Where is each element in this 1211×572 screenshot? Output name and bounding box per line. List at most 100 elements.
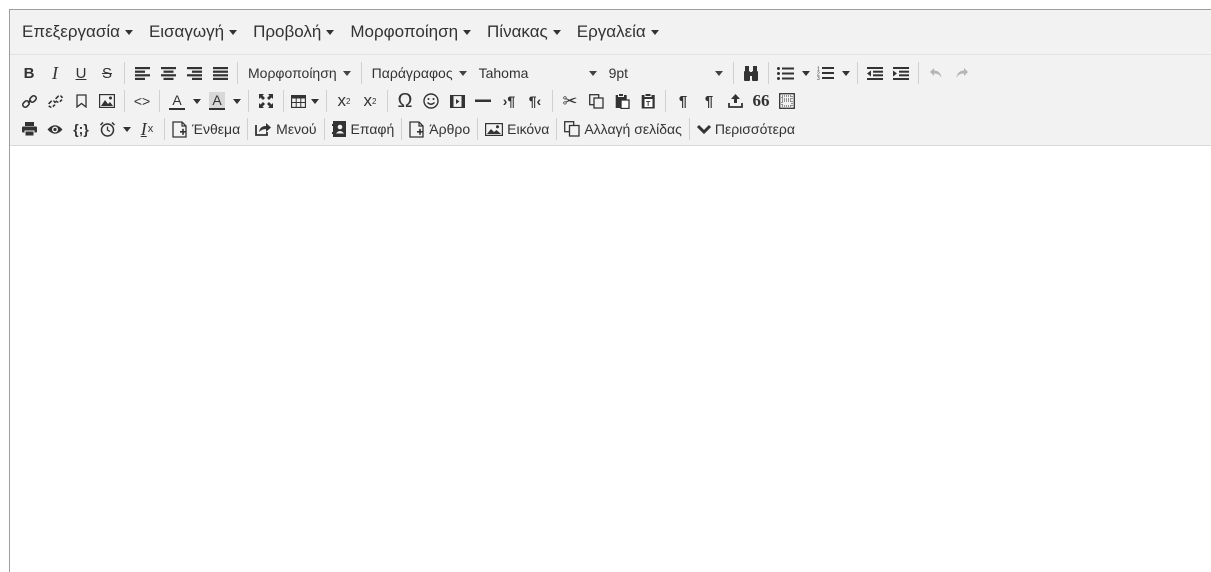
bold-button[interactable]: B bbox=[16, 60, 42, 86]
font-size-dropdown[interactable]: 9pt bbox=[603, 60, 729, 86]
article-button[interactable]: Άρθρο bbox=[406, 116, 473, 142]
menu-view[interactable]: Προβολή bbox=[253, 22, 335, 42]
alarm-clock-icon bbox=[99, 121, 115, 137]
menu-insert-label: Εισαγωγή bbox=[148, 22, 225, 41]
menu-table[interactable]: Πίνακας bbox=[487, 22, 561, 42]
separator bbox=[552, 90, 553, 112]
separator bbox=[159, 90, 160, 112]
upload-button[interactable] bbox=[722, 88, 748, 114]
separator bbox=[323, 118, 325, 140]
italic-button[interactable]: I bbox=[42, 60, 68, 86]
chevron-down-icon bbox=[233, 98, 241, 104]
editor: Επεξεργασία Εισαγωγή Προβολή Μορφοποίηση… bbox=[9, 9, 1211, 572]
font-family-dropdown[interactable]: Tahoma bbox=[473, 60, 603, 86]
paste-button[interactable] bbox=[609, 88, 635, 114]
horizontal-rule-button[interactable] bbox=[470, 88, 496, 114]
menu-table-label: Πίνακας bbox=[487, 22, 548, 41]
emoticons-button[interactable] bbox=[418, 88, 444, 114]
code-sample-button[interactable]: {;} bbox=[68, 116, 94, 142]
superscript-icon: x bbox=[363, 91, 373, 110]
separator bbox=[917, 62, 919, 84]
paragraph-dropdown[interactable]: Παράγραφος bbox=[366, 60, 473, 86]
image-button[interactable]: Εικόνα bbox=[482, 116, 552, 142]
document-add-icon bbox=[409, 120, 424, 138]
strikethrough-button[interactable]: S bbox=[94, 60, 120, 86]
menu-view-label: Προβολή bbox=[253, 22, 322, 41]
show-blocks-button[interactable]: ¶ bbox=[670, 88, 696, 114]
separator bbox=[164, 118, 165, 140]
numbered-list-options[interactable] bbox=[839, 60, 853, 86]
image-label: Εικόνα bbox=[507, 121, 550, 137]
insert-snippet-button[interactable]: Ένθεμα bbox=[169, 116, 243, 142]
align-center-button[interactable] bbox=[155, 60, 181, 86]
rtl-button[interactable]: ¶‹ bbox=[522, 88, 548, 114]
code-icon: <> bbox=[133, 93, 151, 109]
find-replace-button[interactable] bbox=[738, 60, 764, 86]
insert-image-button[interactable] bbox=[94, 88, 120, 114]
background-color-options[interactable] bbox=[230, 88, 244, 114]
indent-button[interactable] bbox=[888, 60, 914, 86]
separator bbox=[401, 118, 403, 140]
text-color-button[interactable]: A bbox=[164, 88, 190, 114]
table-button[interactable] bbox=[288, 88, 322, 114]
fullscreen-button[interactable] bbox=[253, 88, 279, 114]
subscript-button[interactable]: x2 bbox=[331, 88, 357, 114]
clear-formatting-icon: I bbox=[140, 118, 147, 139]
menu-tools-label: Εργαλεία bbox=[576, 22, 646, 41]
chevron-down-icon bbox=[326, 29, 335, 35]
more-label: Περισσότερα bbox=[714, 121, 795, 137]
ltr-button[interactable]: ›¶ bbox=[496, 88, 522, 114]
preview-button[interactable] bbox=[42, 116, 68, 142]
bullet-list-options[interactable] bbox=[799, 60, 813, 86]
background-color-button[interactable]: A bbox=[204, 88, 230, 114]
undo-button[interactable] bbox=[923, 60, 949, 86]
special-char-button[interactable]: Ω bbox=[392, 88, 418, 114]
contact-button[interactable]: Επαφή bbox=[329, 116, 398, 142]
anchor-button[interactable] bbox=[68, 88, 94, 114]
insert-datetime-button[interactable] bbox=[94, 116, 120, 142]
superscript-button[interactable]: x2 bbox=[357, 88, 383, 114]
underline-button[interactable]: U bbox=[68, 60, 94, 86]
editor-content-area[interactable] bbox=[10, 170, 1211, 572]
menu-tools[interactable]: Εργαλεία bbox=[577, 22, 659, 42]
bullet-list-button[interactable] bbox=[773, 60, 799, 86]
contact-label: Επαφή bbox=[350, 121, 395, 137]
insert-link-button[interactable] bbox=[16, 88, 42, 114]
source-code-button[interactable]: <> bbox=[129, 88, 155, 114]
align-justify-button[interactable] bbox=[207, 60, 233, 86]
text-color-options[interactable] bbox=[190, 88, 204, 114]
numbered-list-button[interactable]: 123 bbox=[813, 60, 839, 86]
link-icon bbox=[21, 94, 37, 108]
menu-format[interactable]: Μορφοποίηση bbox=[350, 22, 472, 42]
remove-link-button[interactable] bbox=[42, 88, 68, 114]
clear-formatting-button[interactable]: Ix bbox=[134, 116, 160, 142]
menu-button[interactable]: Μενού bbox=[252, 116, 319, 142]
formats-dropdown[interactable]: Μορφοποίηση bbox=[242, 60, 357, 86]
more-button[interactable]: Περισσότερα bbox=[694, 116, 798, 142]
redo-button[interactable] bbox=[949, 60, 975, 86]
datetime-options[interactable] bbox=[120, 116, 134, 142]
insert-media-button[interactable] bbox=[444, 88, 470, 114]
copy-button[interactable] bbox=[583, 88, 609, 114]
outdent-button[interactable] bbox=[862, 60, 888, 86]
clear-x-icon: x bbox=[147, 123, 154, 135]
menu-insert[interactable]: Εισαγωγή bbox=[148, 22, 238, 42]
align-left-button[interactable] bbox=[129, 60, 155, 86]
chevron-down-icon bbox=[588, 70, 597, 76]
paste-text-button[interactable]: T bbox=[635, 88, 661, 114]
toolbar: B I U S Μορφοποίηση Παράγραφος Tahoma 9p… bbox=[10, 55, 1211, 146]
page-break-button[interactable]: Αλλαγή σελίδας bbox=[561, 116, 685, 142]
chevron-down-icon bbox=[193, 98, 201, 104]
menu-edit[interactable]: Επεξεργασία bbox=[22, 22, 133, 42]
visual-chars-button[interactable]: ¶ bbox=[696, 88, 722, 114]
separator bbox=[688, 118, 690, 140]
font-family-label: Tahoma bbox=[478, 65, 529, 81]
template-button[interactable] bbox=[774, 88, 800, 114]
blockquote-button[interactable]: 66 bbox=[748, 88, 774, 114]
print-button[interactable] bbox=[16, 116, 42, 142]
align-right-button[interactable] bbox=[181, 60, 207, 86]
separator bbox=[283, 90, 284, 112]
cut-button[interactable]: ✂ bbox=[557, 88, 583, 114]
paste-icon bbox=[615, 93, 630, 109]
page-break-label: Αλλαγή σελίδας bbox=[584, 121, 682, 137]
